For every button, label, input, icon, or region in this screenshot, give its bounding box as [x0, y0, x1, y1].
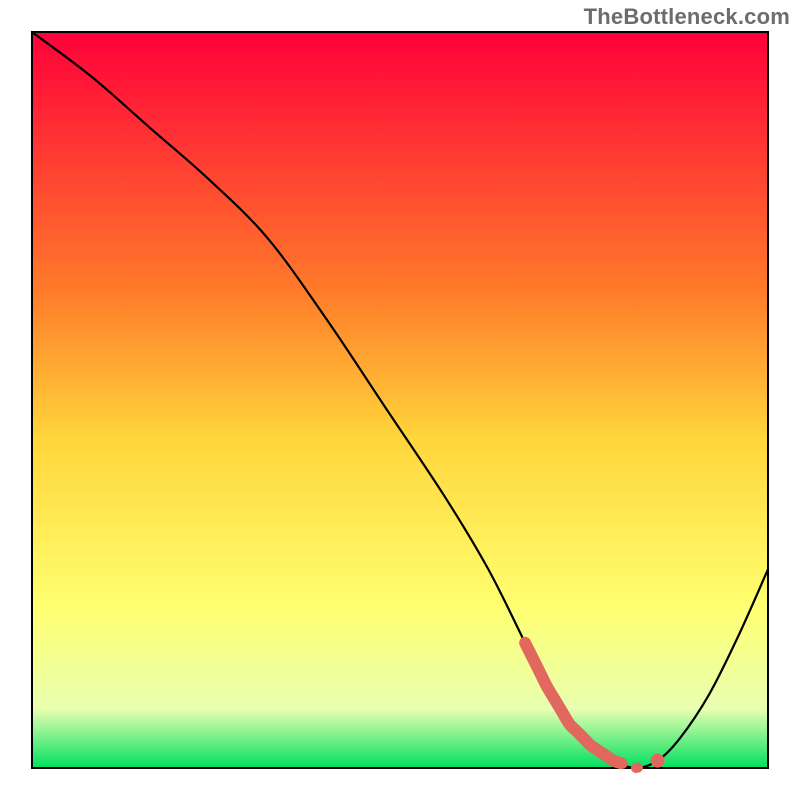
watermark-label: TheBottleneck.com	[584, 4, 790, 30]
highlight-dot	[651, 754, 665, 768]
chart-stage: TheBottleneck.com	[0, 0, 800, 800]
plot-background	[32, 32, 768, 768]
bottleneck-chart	[0, 0, 800, 800]
